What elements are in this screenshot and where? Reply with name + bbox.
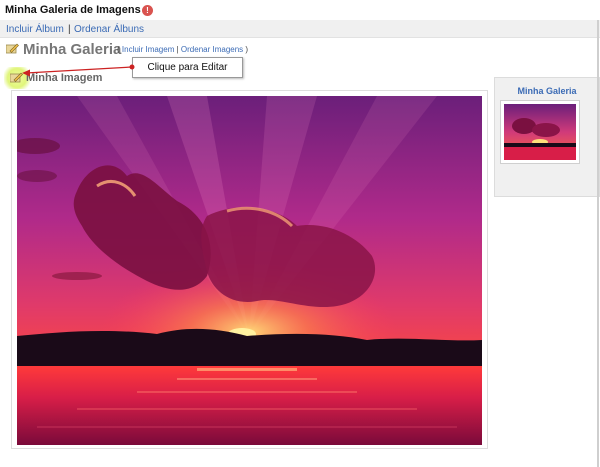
gallery-title: Minha Galeria: [23, 41, 122, 58]
sunset-photo[interactable]: [17, 96, 482, 445]
alert-icon[interactable]: !: [142, 5, 153, 16]
add-image-link[interactable]: Incluir Imagem: [122, 45, 174, 54]
order-albums-link[interactable]: Ordenar Álbuns: [74, 24, 144, 35]
photo-frame: [11, 90, 488, 449]
sidebar-gallery-title[interactable]: Minha Galeria: [495, 86, 599, 96]
app-title-bar: Minha Galeria de Imagens !: [0, 0, 600, 20]
image-header: Minha Imagem: [4, 67, 134, 89]
top-links-separator: |: [68, 24, 71, 35]
pencil-icon[interactable]: [6, 43, 19, 54]
page-right-edge: [597, 20, 599, 467]
pencil-icon[interactable]: [10, 72, 23, 83]
edit-tooltip: Clique para Editar: [132, 57, 243, 78]
gallery-links-separator: |: [176, 45, 179, 54]
gallery-links-close-paren: ): [245, 45, 249, 54]
image-title: Minha Imagem: [26, 72, 103, 84]
gallery-thumbnail-frame[interactable]: [500, 100, 580, 164]
sidebar-gallery-panel: Minha Galeria: [494, 77, 600, 197]
add-album-link[interactable]: Incluir Álbum: [6, 24, 64, 35]
top-links-bar: Incluir Álbum | Ordenar Álbuns: [0, 20, 600, 38]
order-images-link[interactable]: Ordenar Imagens: [181, 45, 243, 54]
gallery-thumbnail[interactable]: [504, 104, 576, 160]
app-title: Minha Galeria de Imagens: [5, 4, 141, 16]
gallery-links: ( Incluir Imagem | Ordenar Imagens ): [117, 45, 248, 54]
gallery-links-open-paren: (: [117, 45, 120, 54]
